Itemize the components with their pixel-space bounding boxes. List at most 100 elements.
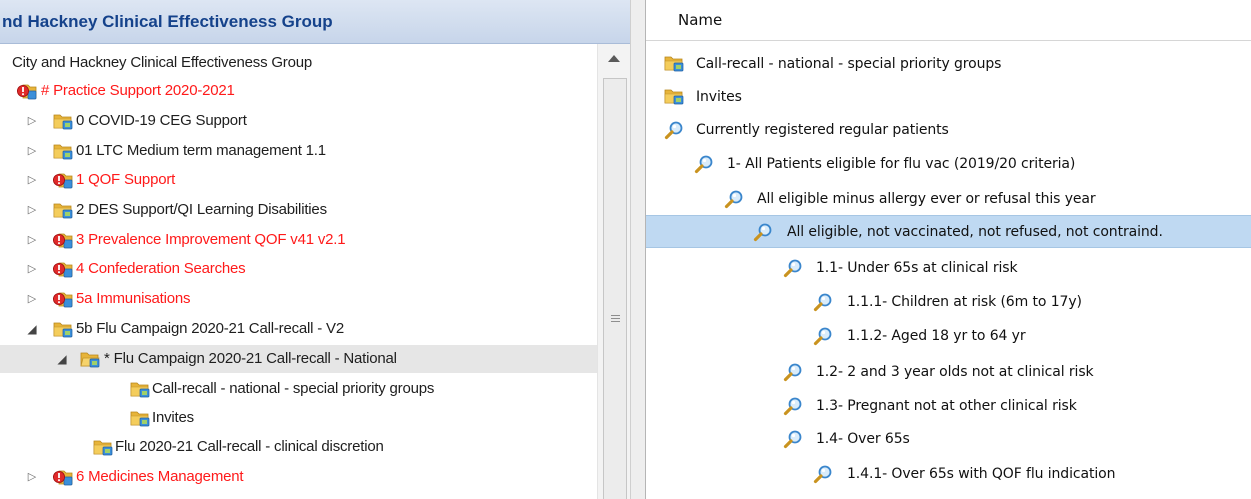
folder-icon — [130, 380, 150, 398]
tree-item-label: 5a Immunisations — [76, 290, 191, 307]
search-icon — [783, 396, 803, 416]
scroll-grip-icon — [611, 315, 620, 322]
folder-alert-icon — [53, 171, 73, 189]
tree-item[interactable]: ▷ 4 Confederation Searches — [0, 255, 597, 283]
list-item[interactable]: 1.1.2- Aged 18 yr to 64 yr — [646, 320, 1251, 353]
collapsed-triangle-icon[interactable]: ▷ — [25, 463, 39, 491]
list-item[interactable]: 1- All Patients eligible for flu vac (20… — [646, 148, 1251, 181]
list-item-label: Call-recall - national - special priorit… — [696, 56, 1002, 72]
collapsed-triangle-icon[interactable]: ▷ — [25, 226, 39, 254]
list-item-label: 1- All Patients eligible for flu vac (20… — [727, 156, 1076, 172]
tree-item-label: 2 DES Support/QI Learning Disabilities — [76, 201, 327, 218]
expanded-triangle-icon[interactable]: ◢ — [25, 315, 39, 343]
collapsed-triangle-icon[interactable]: ▷ — [25, 166, 39, 194]
scroll-thumb[interactable] — [603, 78, 627, 499]
search-icon — [813, 464, 833, 484]
tree-item-label: * Flu Campaign 2020-21 Call-recall - Nat… — [104, 350, 397, 367]
folder-alert-icon — [53, 468, 73, 486]
folder-icon — [53, 201, 73, 219]
tree-item[interactable]: Flu 2020-21 Call-recall - clinical discr… — [0, 433, 597, 461]
folder-tree: City and Hackney Clinical Effectiveness … — [0, 44, 597, 499]
tree-item[interactable]: ▷ 6 Medicines Management — [0, 463, 597, 491]
search-icon — [783, 362, 803, 382]
list-item[interactable]: 1.2- 2 and 3 year olds not at clinical r… — [646, 356, 1251, 389]
list-item-label: Currently registered regular patients — [696, 122, 949, 138]
search-icon — [753, 222, 773, 242]
list-item[interactable]: 1.1.1- Children at risk (6m to 17y) — [646, 286, 1251, 319]
tree-item-label: City and Hackney Clinical Effectiveness … — [12, 54, 313, 71]
list-item[interactable]: Currently registered regular patients — [646, 114, 1251, 147]
tree-item[interactable]: ◢ 5b Flu Campaign 2020-21 Call-recall - V… — [0, 315, 597, 343]
tree-item[interactable]: Invites — [0, 404, 597, 432]
list-item-label: All eligible, not vaccinated, not refuse… — [787, 224, 1163, 240]
search-icon — [813, 326, 833, 346]
folder-icon — [130, 409, 150, 427]
tree-item[interactable]: ▷ 2 DES Support/QI Learning Disabilities — [0, 196, 597, 224]
list-item-label: All eligible minus allergy ever or refus… — [757, 191, 1096, 207]
list-item-label: 1.1- Under 65s at clinical risk — [816, 260, 1018, 276]
tree-item-label: Invites — [152, 409, 194, 426]
collapsed-triangle-icon[interactable]: ▷ — [25, 255, 39, 283]
folder-icon — [53, 112, 73, 130]
search-icon — [783, 429, 803, 449]
tree-item[interactable]: ▷ 01 LTC Medium term management 1.1 — [0, 137, 597, 165]
collapsed-triangle-icon[interactable]: ▷ — [25, 285, 39, 313]
collapsed-triangle-icon[interactable]: ▷ — [25, 196, 39, 224]
search-icon — [694, 154, 714, 174]
tree-item[interactable]: City and Hackney Clinical Effectiveness … — [0, 49, 597, 77]
left-tree-pane: nd Hackney Clinical Effectiveness Group … — [0, 0, 630, 499]
tree-item[interactable]: Call-recall - national - special priorit… — [0, 375, 597, 403]
list-item-label: 1.3- Pregnant not at other clinical risk — [816, 398, 1077, 414]
pane-splitter[interactable] — [630, 0, 646, 499]
tree-item-label: # Practice Support 2020-2021 — [41, 82, 235, 99]
list-item-label: 1.4- Over 65s — [816, 431, 910, 447]
list-item[interactable]: All eligible minus allergy ever or refus… — [646, 183, 1251, 216]
tree-item[interactable]: ▷ 0 COVID-19 CEG Support — [0, 107, 597, 135]
collapsed-triangle-icon[interactable]: ▷ — [25, 107, 39, 135]
search-list-pane: Name Call-recall - national - special pr… — [646, 0, 1251, 499]
tree-item-label: 6 Medicines Management — [76, 468, 244, 485]
tree-item-label: Flu 2020-21 Call-recall - clinical discr… — [115, 438, 384, 455]
folder-alert-icon — [17, 82, 37, 100]
tree-item-label: 0 COVID-19 CEG Support — [76, 112, 247, 129]
search-icon — [724, 189, 744, 209]
search-icon — [664, 120, 684, 140]
list-item[interactable]: 1.3- Pregnant not at other clinical risk — [646, 390, 1251, 423]
list-item[interactable]: 1.1- Under 65s at clinical risk — [646, 252, 1251, 285]
folder-icon — [664, 87, 684, 107]
folder-icon — [664, 54, 684, 74]
search-icon — [783, 258, 803, 278]
tree-scrollbar[interactable] — [597, 44, 630, 499]
list-item[interactable]: 1.4.1- Over 65s with QOF flu indication — [646, 458, 1251, 491]
list-item-label: 1.1.1- Children at risk (6m to 17y) — [847, 294, 1082, 310]
search-icon — [813, 292, 833, 312]
tree-item[interactable]: ◢ * Flu Campaign 2020-21 Call-recall - Na… — [0, 345, 597, 373]
list-item-label: 1.4.1- Over 65s with QOF flu indication — [847, 466, 1116, 482]
tree-item-label: 5b Flu Campaign 2020-21 Call-recall - V2 — [76, 320, 344, 337]
tree-item[interactable]: ▷ 1 QOF Support — [0, 166, 597, 194]
folder-alert-icon — [53, 260, 73, 278]
left-pane-header: nd Hackney Clinical Effectiveness Group — [0, 0, 630, 44]
list-item[interactable]: Call-recall - national - special priorit… — [646, 48, 1251, 81]
column-header[interactable]: Name — [646, 0, 1251, 41]
list-item[interactable]: 1.4- Over 65s — [646, 423, 1251, 456]
tree-item[interactable]: ▷ 3 Prevalence Improvement QOF v41 v2.1 — [0, 226, 597, 254]
expanded-triangle-icon[interactable]: ◢ — [55, 345, 69, 373]
folder-open-icon — [80, 350, 100, 368]
folder-alert-icon — [53, 231, 73, 249]
folder-icon — [93, 438, 113, 456]
collapsed-triangle-icon[interactable]: ▷ — [25, 137, 39, 165]
list-item-label: 1.2- 2 and 3 year olds not at clinical r… — [816, 364, 1094, 380]
tree-item-label: Call-recall - national - special priorit… — [152, 380, 435, 397]
scroll-up-arrow-icon[interactable] — [598, 50, 630, 68]
folder-alert-icon — [53, 290, 73, 308]
folder-icon — [53, 142, 73, 160]
list-item-label: Invites — [696, 89, 742, 105]
tree-item[interactable]: # Practice Support 2020-2021 — [0, 77, 597, 105]
list-item-label: 1.1.2- Aged 18 yr to 64 yr — [847, 328, 1026, 344]
column-header-name: Name — [678, 11, 723, 29]
list-item[interactable]: All eligible, not vaccinated, not refuse… — [646, 215, 1251, 248]
list-item[interactable]: Invites — [646, 81, 1251, 114]
tree-item[interactable]: ▷ 5a Immunisations — [0, 285, 597, 313]
tree-item-label: 01 LTC Medium term management 1.1 — [76, 142, 326, 159]
